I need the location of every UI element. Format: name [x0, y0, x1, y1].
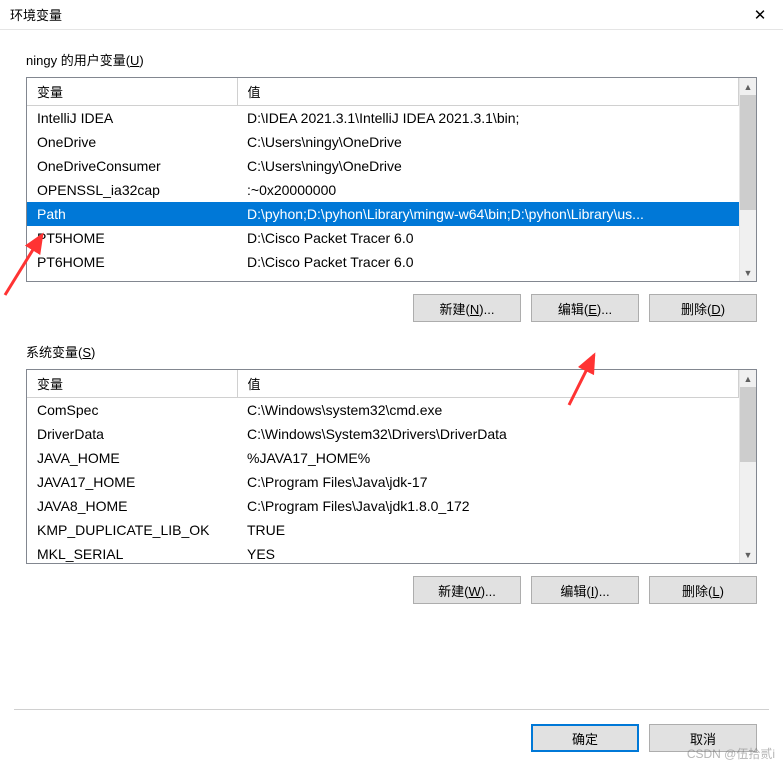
cell-variable: ComSpec	[27, 398, 237, 422]
user-variables-section: ningy 的用户变量(U) 变量 值 IntelliJ IDEAD:\IDEA…	[26, 50, 757, 322]
cell-variable: PT5HOME	[27, 226, 237, 250]
cell-variable: Path	[27, 202, 237, 226]
user-section-label: ningy 的用户变量(U)	[26, 50, 144, 69]
user-variables-table[interactable]: 变量 值 IntelliJ IDEAD:\IDEA 2021.3.1\Intel…	[26, 77, 757, 282]
titlebar: 环境变量 ✕	[0, 0, 783, 30]
cell-value: YES	[237, 542, 739, 564]
watermark: CSDN @伍拾贰i	[687, 745, 775, 762]
scroll-down-icon[interactable]: ▼	[740, 546, 756, 563]
table-row[interactable]: PT6HOMED:\Cisco Packet Tracer 6.0	[27, 250, 739, 274]
scrollbar[interactable]: ▲ ▼	[739, 78, 756, 281]
scroll-thumb[interactable]	[740, 95, 756, 210]
cell-value: C:\Users\ningy\OneDrive	[237, 130, 739, 154]
scroll-thumb[interactable]	[740, 387, 756, 462]
close-button[interactable]: ✕	[737, 0, 783, 30]
cell-variable: JAVA_HOME	[27, 446, 237, 470]
col-variable[interactable]: 变量	[27, 78, 237, 106]
scroll-down-icon[interactable]: ▼	[740, 264, 756, 281]
table-header[interactable]: 变量 值	[27, 78, 739, 106]
cell-value: D:\Cisco Packet Tracer 6.0	[237, 250, 739, 274]
cell-value: C:\Program Files\Java\jdk1.8.0_172	[237, 494, 739, 518]
col-value[interactable]: 值	[237, 370, 739, 398]
table-row[interactable]: DriverDataC:\Windows\System32\Drivers\Dr…	[27, 422, 739, 446]
system-variables-table[interactable]: 变量 值 ComSpecC:\Windows\system32\cmd.exeD…	[26, 369, 757, 564]
system-variables-section: 系统变量(S) 变量 值 ComSpecC:\Windows\system32\…	[26, 342, 757, 604]
cell-value: D:\Cisco Packet Tracer 6.0	[237, 226, 739, 250]
user-delete-button[interactable]: 删除(D)	[649, 294, 757, 322]
cell-variable: OneDriveConsumer	[27, 154, 237, 178]
ok-button[interactable]: 确定	[531, 724, 639, 752]
table-header[interactable]: 变量 值	[27, 370, 739, 398]
cell-value: %JAVA17_HOME%	[237, 446, 739, 470]
table-row[interactable]: IntelliJ IDEAD:\IDEA 2021.3.1\IntelliJ I…	[27, 106, 739, 130]
scrollbar[interactable]: ▲ ▼	[739, 370, 756, 563]
close-icon: ✕	[754, 6, 767, 24]
cell-variable: PyCharm	[27, 274, 237, 282]
user-edit-button[interactable]: 编辑(E)...	[531, 294, 639, 322]
window-title: 环境变量	[10, 5, 62, 24]
cell-variable: IntelliJ IDEA	[27, 106, 237, 130]
table-row[interactable]: OneDriveConsumerC:\Users\ningy\OneDrive	[27, 154, 739, 178]
cell-value: C:\Program Files\Java\jdk-17	[237, 470, 739, 494]
cell-variable: DriverData	[27, 422, 237, 446]
cell-variable: KMP_DUPLICATE_LIB_OK	[27, 518, 237, 542]
cell-variable: PT6HOME	[27, 250, 237, 274]
cell-variable: JAVA8_HOME	[27, 494, 237, 518]
table-row[interactable]: JAVA8_HOMEC:\Program Files\Java\jdk1.8.0…	[27, 494, 739, 518]
table-row[interactable]: PyCharmD:\PyCharm 2022.3.2\bin;	[27, 274, 739, 282]
cell-variable: OneDrive	[27, 130, 237, 154]
table-row[interactable]: PT5HOMED:\Cisco Packet Tracer 6.0	[27, 226, 739, 250]
system-delete-button[interactable]: 删除(L)	[649, 576, 757, 604]
table-row[interactable]: OneDriveC:\Users\ningy\OneDrive	[27, 130, 739, 154]
cell-value: TRUE	[237, 518, 739, 542]
table-row[interactable]: PathD:\pyhon;D:\pyhon\Library\mingw-w64\…	[27, 202, 739, 226]
table-row[interactable]: ComSpecC:\Windows\system32\cmd.exe	[27, 398, 739, 422]
scroll-up-icon[interactable]: ▲	[740, 370, 756, 387]
table-row[interactable]: OPENSSL_ia32cap:~0x20000000	[27, 178, 739, 202]
col-variable[interactable]: 变量	[27, 370, 237, 398]
table-row[interactable]: JAVA17_HOMEC:\Program Files\Java\jdk-17	[27, 470, 739, 494]
cell-variable: OPENSSL_ia32cap	[27, 178, 237, 202]
user-new-button[interactable]: 新建(N)...	[413, 294, 521, 322]
cell-variable: JAVA17_HOME	[27, 470, 237, 494]
cell-variable: MKL_SERIAL	[27, 542, 237, 564]
system-new-button[interactable]: 新建(W)...	[413, 576, 521, 604]
divider	[14, 709, 769, 710]
cell-value: D:\IDEA 2021.3.1\IntelliJ IDEA 2021.3.1\…	[237, 106, 739, 130]
table-row[interactable]: KMP_DUPLICATE_LIB_OKTRUE	[27, 518, 739, 542]
cell-value: D:\PyCharm 2022.3.2\bin;	[237, 274, 739, 282]
cell-value: C:\Windows\System32\Drivers\DriverData	[237, 422, 739, 446]
system-section-label: 系统变量(S)	[26, 342, 95, 361]
scroll-up-icon[interactable]: ▲	[740, 78, 756, 95]
cell-value: D:\pyhon;D:\pyhon\Library\mingw-w64\bin;…	[237, 202, 739, 226]
system-edit-button[interactable]: 编辑(I)...	[531, 576, 639, 604]
cell-value: :~0x20000000	[237, 178, 739, 202]
table-row[interactable]: JAVA_HOME%JAVA17_HOME%	[27, 446, 739, 470]
table-row[interactable]: MKL_SERIALYES	[27, 542, 739, 564]
col-value[interactable]: 值	[237, 78, 739, 106]
cell-value: C:\Windows\system32\cmd.exe	[237, 398, 739, 422]
cell-value: C:\Users\ningy\OneDrive	[237, 154, 739, 178]
